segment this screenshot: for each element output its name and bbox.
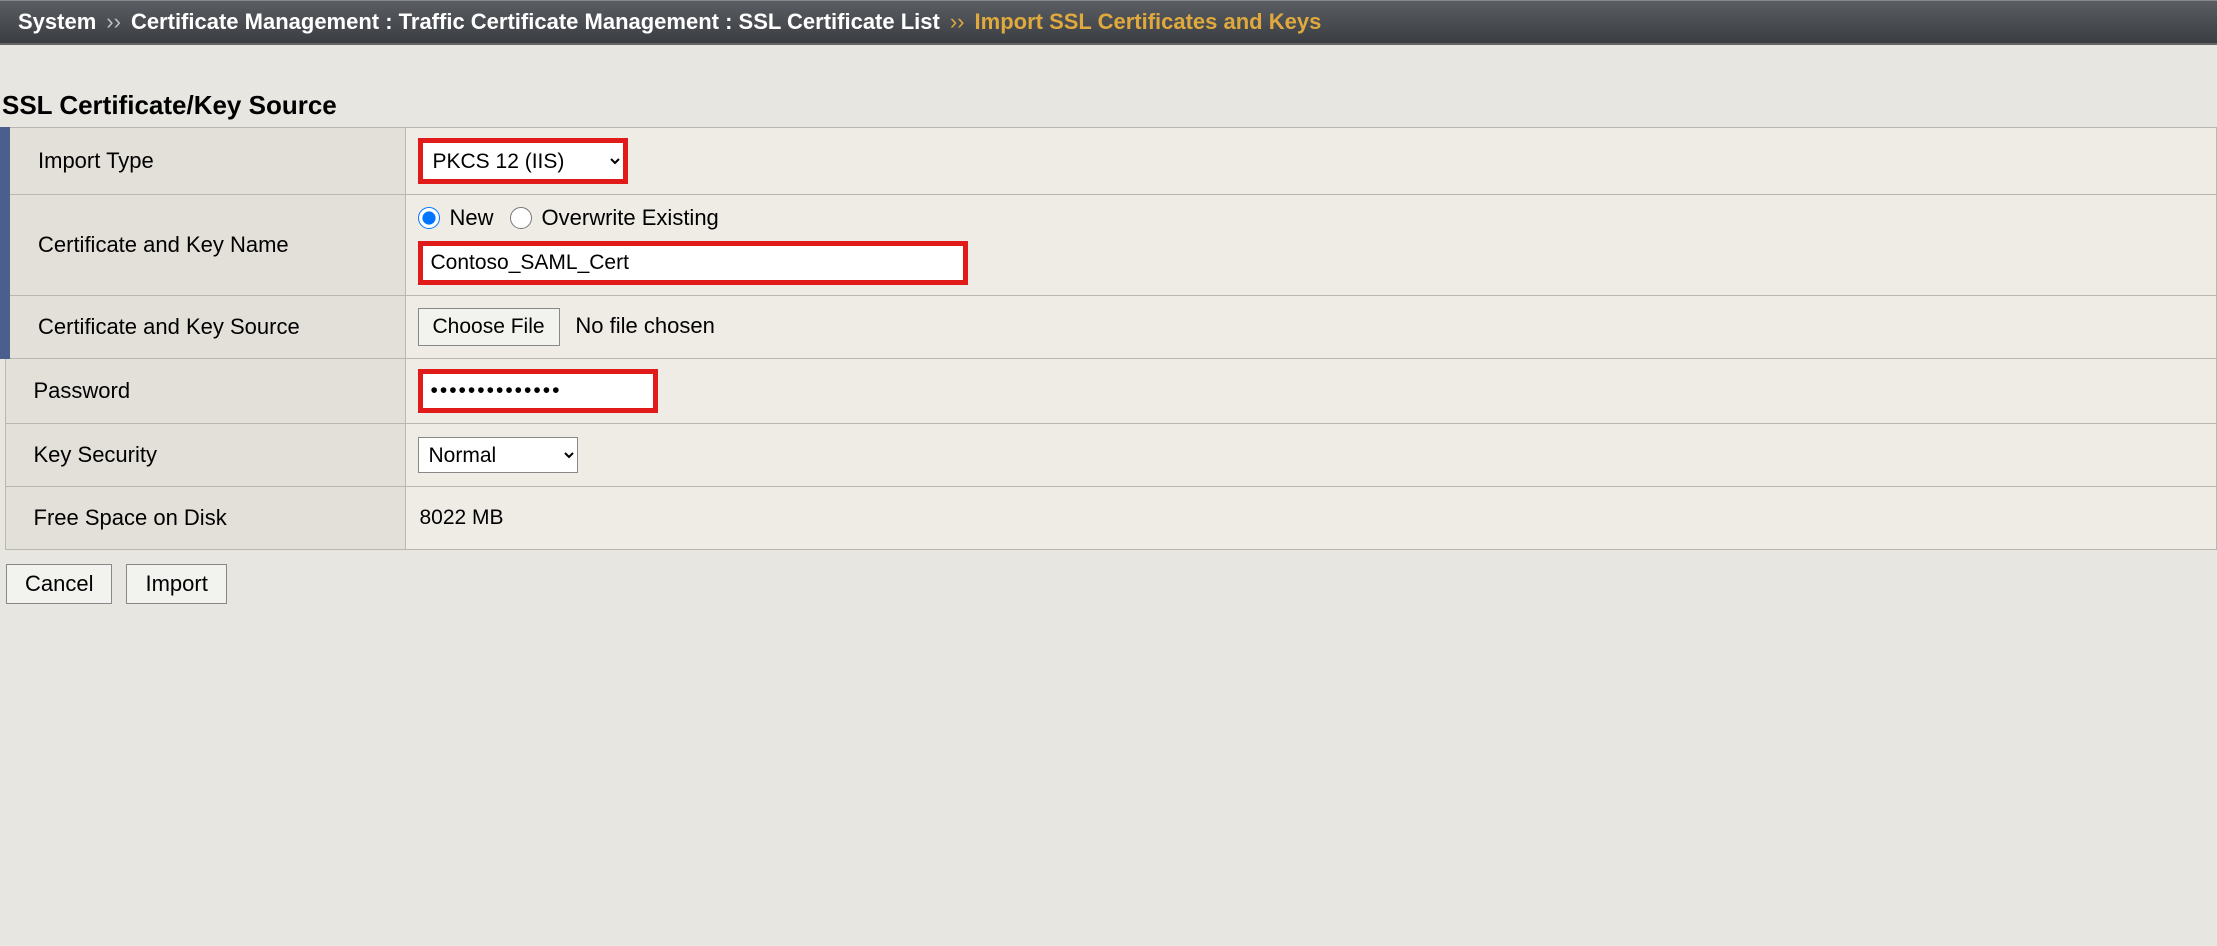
highlight-import-type: PKCS 12 (IIS) [418, 138, 628, 184]
label-free-space: Free Space on Disk [5, 487, 405, 550]
radio-overwrite[interactable] [510, 207, 532, 229]
choose-file-button[interactable]: Choose File [418, 308, 560, 346]
highlight-password [418, 369, 658, 413]
breadcrumb-root[interactable]: System [18, 9, 96, 35]
label-cert-key-source: Certificate and Key Source [5, 296, 405, 359]
cancel-button[interactable]: Cancel [6, 564, 112, 604]
radio-overwrite-label: Overwrite Existing [542, 205, 719, 231]
import-type-select[interactable]: PKCS 12 (IIS) [423, 143, 623, 179]
password-input[interactable] [423, 374, 653, 408]
no-file-chosen: No file chosen [575, 313, 714, 338]
highlight-cert-name [418, 241, 968, 285]
section-title: SSL Certificate/Key Source [0, 45, 2217, 127]
form-table: Import Type PKCS 12 (IIS) Certificate an… [0, 127, 2217, 550]
breadcrumb-path[interactable]: Certificate Management : Traffic Certifi… [131, 9, 940, 35]
label-key-security: Key Security [5, 424, 405, 487]
breadcrumb-separator: ›› [106, 9, 121, 35]
breadcrumb: System ›› Certificate Management : Traff… [0, 0, 2217, 45]
breadcrumb-current: Import SSL Certificates and Keys [975, 9, 1322, 35]
label-import-type: Import Type [5, 128, 405, 195]
radio-new-label: New [450, 205, 494, 231]
key-security-select[interactable]: Normal [418, 437, 578, 473]
label-password: Password [5, 359, 405, 424]
free-space-value: 8022 MB [420, 506, 504, 529]
button-row: Cancel Import [0, 550, 2217, 618]
cert-key-name-input[interactable] [423, 246, 963, 280]
breadcrumb-separator: ›› [950, 9, 965, 35]
import-button[interactable]: Import [126, 564, 226, 604]
radio-new[interactable] [418, 207, 440, 229]
label-cert-key-name: Certificate and Key Name [5, 195, 405, 296]
